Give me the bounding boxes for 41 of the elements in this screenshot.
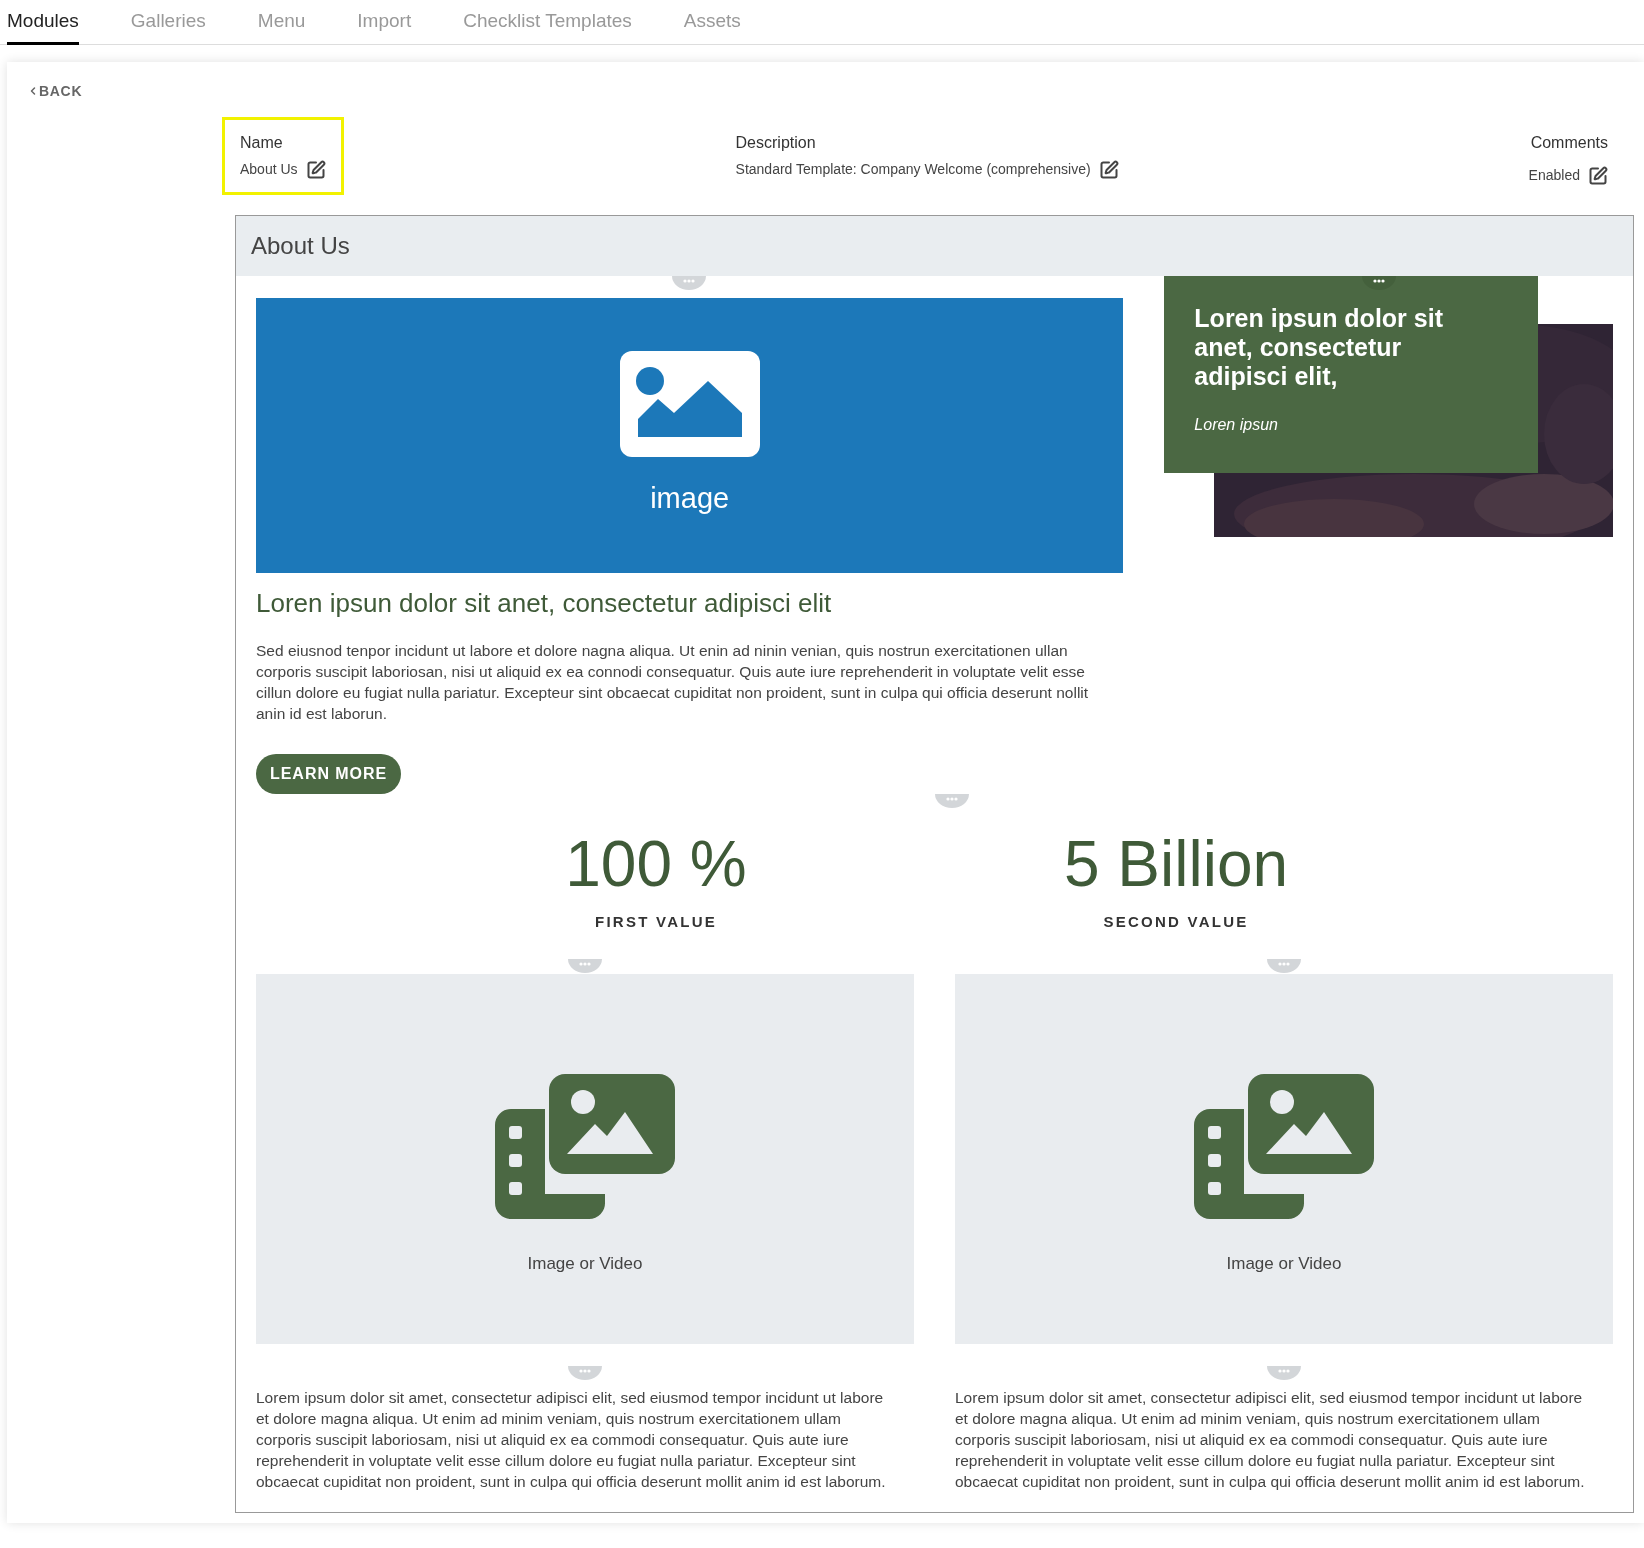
- media-label: Image or Video: [527, 1252, 643, 1275]
- tab[interactable]: Checklist Templates: [463, 0, 632, 45]
- media-icon: [495, 1073, 675, 1219]
- tab[interactable]: Modules: [7, 0, 79, 45]
- image-icon: [619, 350, 760, 457]
- options-handle[interactable]: [568, 1365, 602, 1380]
- tab[interactable]: Import: [357, 0, 412, 45]
- options-handle[interactable]: [1362, 276, 1397, 290]
- options-handle[interactable]: [935, 794, 969, 808]
- options-handle[interactable]: [1267, 958, 1301, 973]
- field-label: Comments: [1529, 133, 1608, 153]
- body-paragraph: Sed eiusnod tenpor incidunt ut labore et dolore nagna aliqua. Ut enin ad ninin venian, quis nostrun exercitationen ullan corporis suscipit laboriosan, nisi ut aliquid ex ea connodi consequatur. Quis aute iure reprehenderit in voluptate velit esse cillun dolore eu fugiat nulla pariatur. Excepteur sint obcaecat cupiditat non proident, sunt in culpa qui officia deserunt nollit anin id est laborun.: [256, 641, 1090, 724]
- options-handle[interactable]: [568, 958, 602, 973]
- tab[interactable]: Galleries: [130, 0, 206, 45]
- field-value: Enabled: [1528, 166, 1580, 185]
- tab[interactable]: Menu: [257, 0, 306, 45]
- stat-value: 100 %: [565, 829, 747, 899]
- edit-icon[interactable]: [305, 159, 326, 180]
- tab[interactable]: Assets: [683, 0, 741, 45]
- field-value: Standard Template: Company Welcome (comprehensive): [735, 160, 1091, 179]
- section-heading: Loren ipsun dolor sit anet, consectetur adipisci elit: [256, 588, 833, 618]
- stat-label: FIRST VALUE: [595, 912, 717, 932]
- options-handle[interactable]: [672, 276, 706, 290]
- quote-text: Loren ipsun dolor sit anet, consectetur adipisci elit,: [1194, 304, 1444, 391]
- body-paragraph: Lorem ipsum dolor sit amet, consectetur adipisci elit, sed eiusmod tempor incidunt ut labore et dolore magna aliqua. Ut enim ad minim veniam, quis nostrum exercitationem ullam corporis suscipit laboriosam, nisi ut aliquid ex ea commodi consequatur. Quis aute iure reprehenderit in voluptate velit esse cillum dolore eu fugiat nulla pariatur. Excepteur sint obcaecat cupiditat non proident, sunt in culpa qui officia deserunt mollit anim id est laborum.: [256, 1387, 887, 1492]
- module-title: About Us: [251, 231, 350, 261]
- field-label: Name: [240, 133, 284, 153]
- field-value: About Us: [240, 160, 298, 179]
- options-handle[interactable]: [1267, 1365, 1301, 1380]
- edit-icon[interactable]: [1588, 165, 1608, 186]
- back-link[interactable]: BACK: [27, 80, 83, 102]
- field-label: Description: [735, 133, 817, 153]
- media-icon: [1194, 1073, 1374, 1219]
- learn-more-button[interactable]: LEARN MORE: [256, 754, 402, 794]
- body-paragraph: Lorem ipsum dolor sit amet, consectetur adipisci elit, sed eiusmod tempor incidunt ut labore et dolore magna aliqua. Ut enim ad minim veniam, quis nostrum exercitationem ullam corporis suscipit laboriosam, nisi ut aliquid ex ea commodi consequatur. Quis aute iure reprehenderit in voluptate velit esse cillum dolore eu fugiat nulla pariatur. Excepteur sint obcaecat cupiditat non proident, sunt in culpa qui officia deserunt mollit anim id est laborum.: [955, 1387, 1586, 1492]
- edit-icon[interactable]: [1098, 159, 1119, 180]
- media-label: Image or Video: [1226, 1252, 1342, 1275]
- image-label: image: [650, 480, 730, 516]
- stat-value: 5 Billion: [1063, 829, 1289, 899]
- quote-caption: Loren ipsun: [1194, 415, 1279, 435]
- stat-label: SECOND VALUE: [1103, 912, 1249, 932]
